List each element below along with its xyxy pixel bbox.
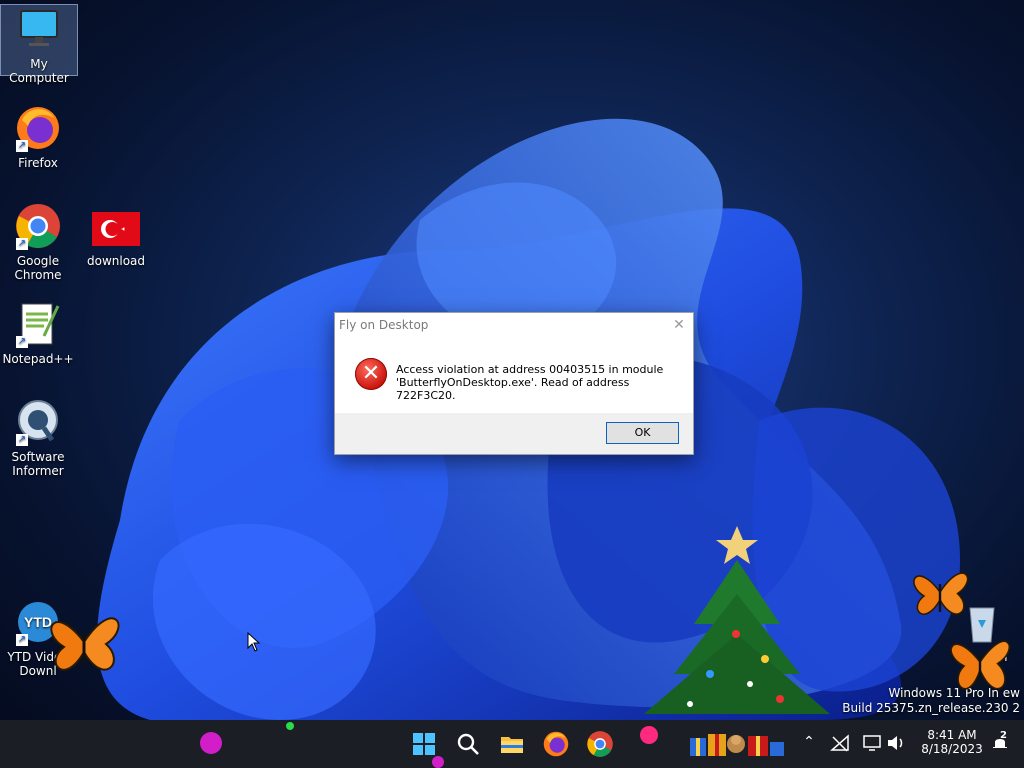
firefox-icon: ↗ [14, 104, 62, 152]
desktop-icon-label: download [86, 254, 146, 268]
confetti-dot [640, 726, 658, 744]
shortcut-arrow-icon: ↗ [16, 434, 28, 446]
desktop-icon-my-computer[interactable]: My Computer [0, 4, 78, 85]
error-icon: ✕ [355, 358, 387, 390]
volume-icon[interactable] [886, 734, 906, 755]
taskbar: ⌃ 8:41 AM 8/18/2023 2 [0, 720, 1024, 768]
file-explorer-button[interactable] [498, 730, 526, 758]
gift-boxes-icon [690, 734, 784, 756]
notification-badge: 2 [1000, 730, 1007, 741]
clock-date: 8/18/2023 [921, 742, 983, 756]
shortcut-arrow-icon: ↗ [16, 634, 28, 646]
desktop-icon-chrome[interactable]: ↗ Google Chrome [0, 202, 76, 282]
start-button[interactable] [410, 730, 438, 758]
close-button[interactable]: ✕ [669, 315, 689, 335]
desktop-icon-notepadpp[interactable]: ↗ Notepad++ [0, 300, 76, 366]
ok-button[interactable]: OK [606, 422, 679, 444]
firefox-icon [543, 731, 569, 757]
close-icon: ✕ [673, 317, 685, 333]
monitor-icon [15, 5, 63, 53]
shortcut-arrow-icon: ↗ [16, 336, 28, 348]
chrome-taskbar-button[interactable] [586, 730, 614, 758]
desktop-icon-firefox[interactable]: ↗ Firefox [0, 104, 76, 170]
shortcut-arrow-icon: ↗ [16, 140, 28, 152]
desktop-icon-download[interactable]: download [78, 212, 154, 268]
display-icon[interactable] [862, 734, 882, 755]
butterfly [950, 640, 1011, 690]
search-icon [457, 733, 479, 755]
desktop-icon-software-informer[interactable]: ↗ Software Informer [0, 398, 76, 478]
chrome-icon: ↗ [14, 202, 62, 250]
gifts-taskbar-button[interactable] [688, 730, 788, 758]
turkey-flag-icon [92, 212, 140, 250]
confetti-dot [200, 732, 222, 754]
clock-time: 8:41 AM [927, 728, 977, 742]
butterfly [50, 617, 120, 671]
windows-logo-icon [413, 733, 435, 755]
desktop-icon-label: Google Chrome [14, 254, 62, 282]
shortcut-arrow-icon: ↗ [16, 238, 28, 250]
clock[interactable]: 8:41 AM 8/18/2023 [914, 728, 990, 756]
notification-button[interactable]: 2 [990, 730, 1010, 755]
dialog-footer: OK [335, 413, 693, 454]
chrome-icon [587, 731, 613, 757]
desktop-icon-label: My Computer [9, 57, 69, 85]
network-icon[interactable] [830, 734, 850, 755]
desktop-icon-label: Notepad++ [2, 352, 74, 366]
notepadpp-icon: ↗ [14, 300, 62, 348]
mouse-cursor-icon [247, 632, 261, 652]
dialog-title: Fly on Desktop [339, 318, 429, 332]
desktop-icon-label: Firefox [18, 156, 58, 170]
search-button[interactable] [454, 730, 482, 758]
chevron-up-icon[interactable]: ⌃ [800, 734, 818, 750]
error-message: Access violation at address 00403515 in … [396, 363, 664, 402]
folder-icon [501, 737, 523, 753]
desktop-icon-label: Software Informer [11, 450, 65, 478]
firefox-taskbar-button[interactable] [542, 730, 570, 758]
error-dialog: Fly on Desktop ✕ ✕ Access violation at a… [334, 312, 694, 455]
christmas-tree [644, 526, 830, 714]
confetti-dot [286, 722, 294, 730]
software-informer-icon: ↗ [14, 398, 62, 446]
dialog-body: ✕ Access violation at address 00403515 i… [335, 337, 693, 413]
